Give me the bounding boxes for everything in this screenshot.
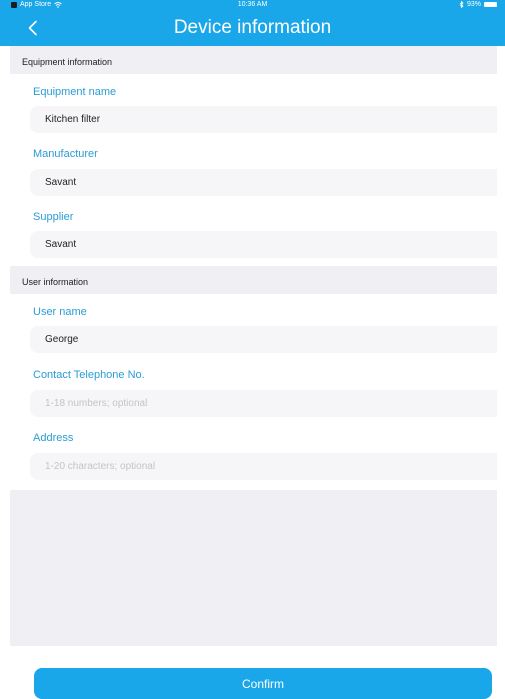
- equipment-name-label: Equipment name: [33, 86, 117, 98]
- user-section-title: User information: [22, 277, 89, 287]
- equipment-section-title: Equipment information: [22, 57, 113, 67]
- status-right: 93%: [459, 1, 497, 8]
- address-field[interactable]: [30, 453, 497, 480]
- user-section-header: User information: [10, 266, 497, 294]
- equipment-name-field[interactable]: [30, 106, 497, 133]
- manufacturer-label: Manufacturer: [33, 148, 98, 160]
- address-label: Address: [33, 432, 74, 444]
- equipment-section-header: Equipment information: [10, 46, 497, 74]
- page-title: Device information: [173, 17, 332, 38]
- bluetooth-icon: [459, 1, 464, 8]
- username-field[interactable]: [30, 326, 497, 353]
- manufacturer-field[interactable]: [30, 169, 497, 196]
- battery-percent: 93%: [466, 1, 481, 8]
- user-fields: User name Contact Telephone No. Address: [10, 294, 497, 490]
- status-bar: App Store 10:36 AM 93%: [0, 0, 505, 10]
- phone-field[interactable]: [30, 390, 497, 417]
- username-label: User name: [33, 306, 87, 318]
- battery-icon: [484, 2, 497, 7]
- confirm-button[interactable]: Confirm: [34, 668, 492, 699]
- supplier-label: Supplier: [33, 211, 74, 223]
- form-content: Equipment information Equipment name Man…: [10, 46, 497, 646]
- supplier-field[interactable]: [30, 231, 497, 258]
- phone-label: Contact Telephone No.: [33, 369, 145, 381]
- navigation-bar: Device information: [0, 10, 505, 46]
- status-time: 10:36 AM: [237, 1, 268, 8]
- equipment-fields: Equipment name Manufacturer Supplier: [10, 74, 497, 266]
